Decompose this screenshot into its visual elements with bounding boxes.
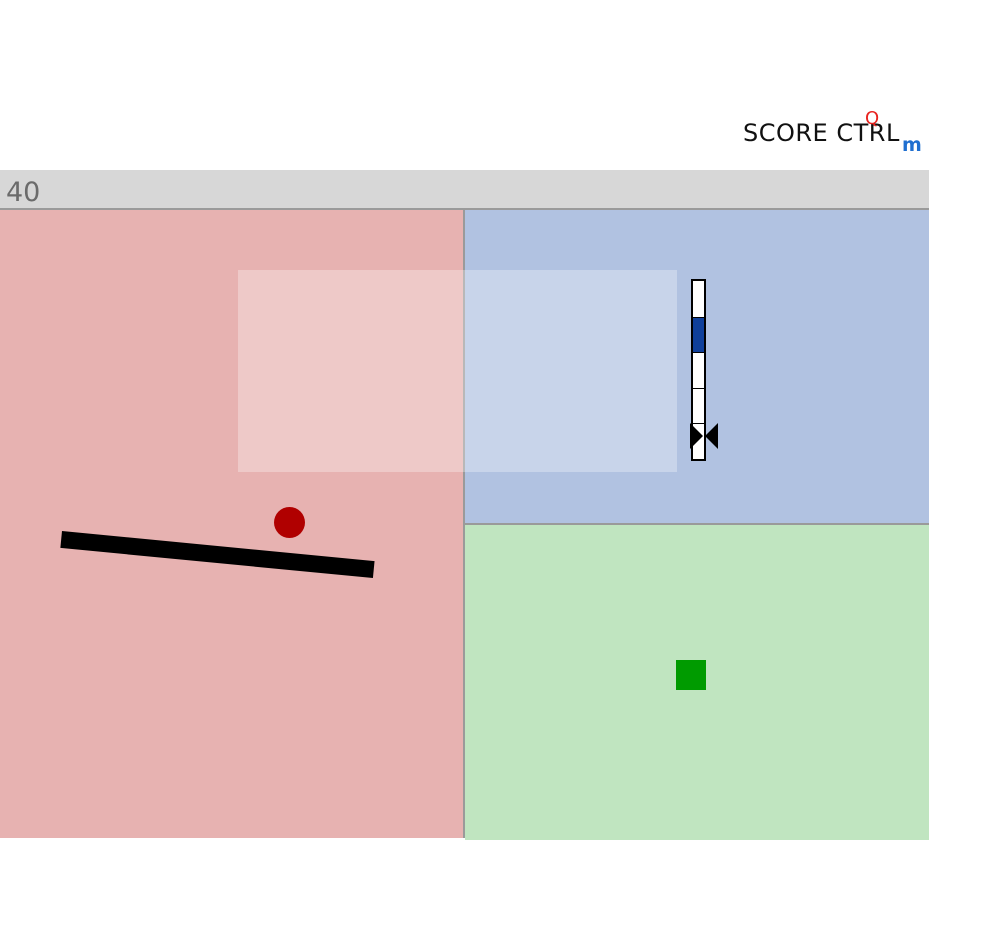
game-screen: SCORE CTRL Q m 40 xyxy=(0,0,1008,929)
marker-q: Q xyxy=(865,108,880,129)
score-value: 40 xyxy=(6,177,41,208)
green-target-square xyxy=(676,660,706,690)
marker-m: m xyxy=(902,134,922,156)
red-ball xyxy=(274,507,305,538)
gauge-tick xyxy=(693,316,704,318)
gauge-tick xyxy=(693,352,704,354)
score-bar: 40 xyxy=(0,170,929,210)
highlight-overlay xyxy=(238,270,677,472)
gauge-pointer-icon[interactable] xyxy=(690,422,718,449)
gauge-tick xyxy=(693,387,704,389)
gauge-fill-segment xyxy=(693,316,704,353)
